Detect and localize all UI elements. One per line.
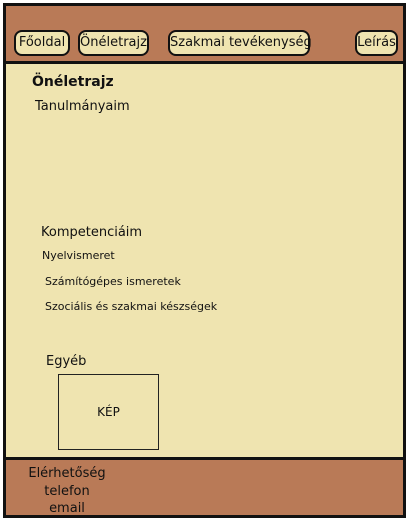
other-heading: Egyéb bbox=[46, 354, 87, 369]
competency-item-computer: Számítógépes ismeretek bbox=[45, 275, 181, 288]
nav-button-fooldal[interactable]: Főoldal bbox=[14, 30, 70, 56]
footer: Elérhetőség telefon email bbox=[6, 460, 403, 516]
competency-item-social: Szociális és szakmai készségek bbox=[45, 300, 218, 313]
nav-button-oneletrajz[interactable]: Önéletrajz bbox=[78, 30, 149, 56]
nav-button-leiras[interactable]: Leírás bbox=[355, 30, 398, 56]
image-placeholder: KÉP bbox=[58, 374, 159, 450]
studies-heading: Tanulmányaim bbox=[35, 99, 130, 114]
contact-phone: telefon bbox=[44, 484, 90, 499]
competencies-heading: Kompetenciáim bbox=[41, 225, 143, 240]
header-nav-bar: Főoldal Önéletrajz Szakmai tevékenység L… bbox=[6, 6, 403, 61]
competency-item-language: Nyelvismeret bbox=[42, 249, 115, 262]
contact-heading: Elérhetőség bbox=[28, 466, 106, 481]
page-title: Önéletrajz bbox=[32, 74, 114, 90]
image-placeholder-label: KÉP bbox=[97, 405, 120, 419]
contact-email: email bbox=[49, 501, 85, 516]
nav-button-szakmai-tevekenyseg[interactable]: Szakmai tevékenység bbox=[168, 30, 312, 56]
